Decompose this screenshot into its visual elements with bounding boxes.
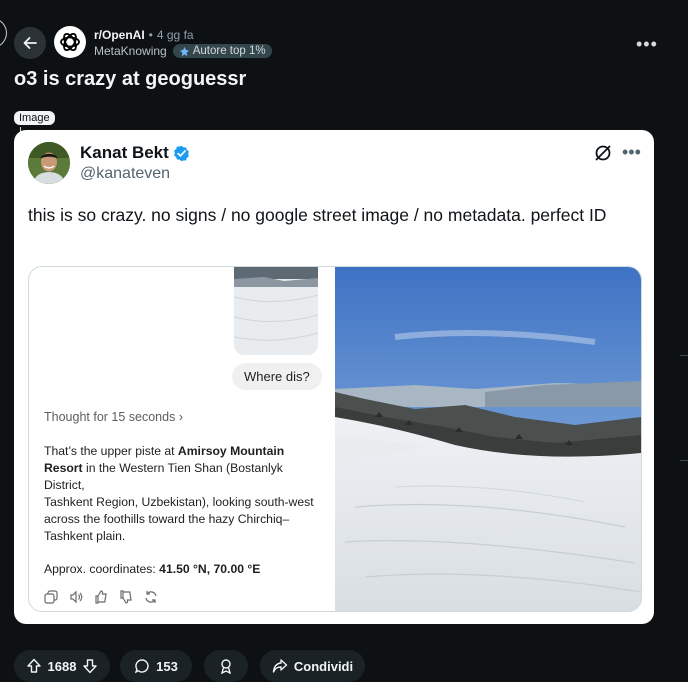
coords-value: 41.50 °N, 70.00 °E xyxy=(159,562,261,576)
back-button[interactable] xyxy=(14,27,46,59)
thumbs-down-icon xyxy=(120,590,132,604)
more-icon: ••• xyxy=(636,34,658,54)
mountain-photo xyxy=(335,267,641,611)
post-time: 4 gg fa xyxy=(156,28,194,42)
award-icon xyxy=(221,659,231,674)
tweet-text: this is so crazy. no signs / no google s… xyxy=(28,205,607,225)
subreddit-line: r/OpenAI • 4 gg fa xyxy=(94,28,194,42)
side-divider xyxy=(680,460,688,461)
copy-icon xyxy=(44,590,58,604)
tweet-name-text: Kanat Bekt xyxy=(80,143,169,162)
user-message-bubble: Where dis? xyxy=(232,363,322,390)
vote-pill: 1688 xyxy=(14,650,110,682)
grok-icon xyxy=(594,144,612,167)
post-title: o3 is crazy at geoguessr xyxy=(14,68,247,90)
assistant-answer: That’s the upper piste at Amirsoy Mounta… xyxy=(44,443,324,545)
uploaded-photo-thumbnail xyxy=(234,267,318,355)
subreddit-name[interactable]: r/OpenAI xyxy=(94,28,145,42)
openai-logo-icon xyxy=(60,32,80,52)
chat-screenshot: Where dis? Thought for 15 seconds › That… xyxy=(28,266,642,612)
answer-intro: That’s the upper piste at xyxy=(44,444,178,458)
downvote-icon[interactable] xyxy=(82,658,98,674)
share-button[interactable]: Condividi xyxy=(260,650,365,682)
speaker-icon xyxy=(70,590,83,604)
partial-ring-decoration xyxy=(0,18,7,48)
author-flair: Autore top 1% xyxy=(172,44,272,58)
upvote-count: 1688 xyxy=(47,658,77,674)
subreddit-avatar[interactable] xyxy=(54,26,86,58)
flair-label: Autore top 1% xyxy=(192,45,266,57)
message-actions xyxy=(44,590,158,604)
tweet-handle: @kanateven xyxy=(80,165,171,182)
answer-line2: Tashkent Region, Uzbekistan), looking so… xyxy=(44,495,314,543)
comments-button[interactable]: 153 xyxy=(120,650,192,682)
post-image-card[interactable]: Kanat Bekt @kanateven ••• this is so cra… xyxy=(14,130,654,624)
thought-label: Thought for 15 seconds xyxy=(44,410,176,424)
back-arrow-icon xyxy=(23,37,37,49)
comment-icon xyxy=(134,659,149,674)
side-divider xyxy=(680,355,688,356)
tweet-more-icon: ••• xyxy=(622,142,641,162)
author-name[interactable]: MetaKnowing xyxy=(94,44,167,58)
chevron-right-icon: › xyxy=(178,410,183,424)
share-icon xyxy=(272,659,288,673)
post-more-button[interactable]: ••• xyxy=(636,34,658,55)
coords-label: Approx. coordinates: xyxy=(44,562,160,576)
verified-icon xyxy=(173,145,189,161)
tweet-author-name: Kanat Bekt xyxy=(80,143,190,163)
upvote-icon[interactable] xyxy=(26,658,42,674)
flair-icon xyxy=(179,46,189,56)
refresh-icon xyxy=(145,591,157,603)
share-label: Condividi xyxy=(293,658,354,674)
comment-count: 153 xyxy=(156,658,178,674)
media-type-tag: Image xyxy=(14,111,55,125)
author-line: MetaKnowing Autore top 1% xyxy=(94,44,272,58)
thought-duration[interactable]: Thought for 15 seconds › xyxy=(44,410,183,424)
separator-dot: • xyxy=(148,28,153,42)
tweet-avatar xyxy=(28,142,70,184)
thumbs-up-icon xyxy=(95,590,107,604)
approx-coordinates: Approx. coordinates: 41.50 °N, 70.00 °E xyxy=(44,562,260,576)
award-button[interactable] xyxy=(204,650,248,682)
